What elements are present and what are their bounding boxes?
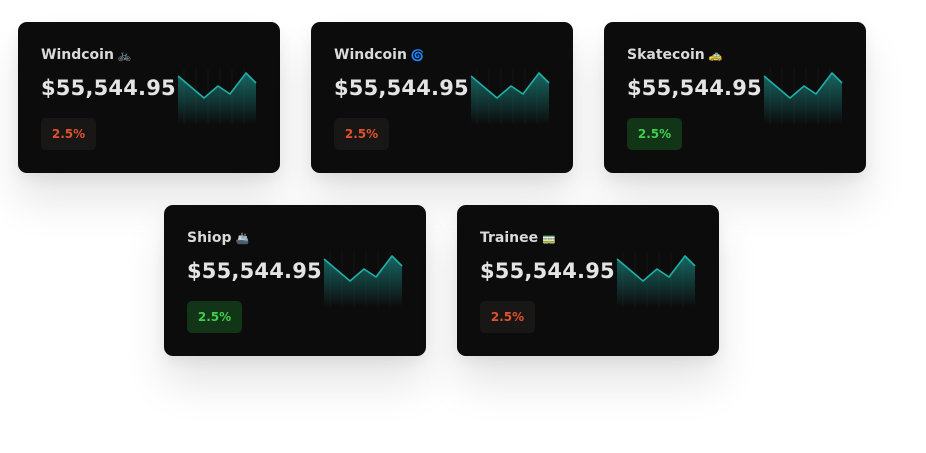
coin-name: Skatecoin bbox=[627, 47, 705, 63]
change-badge: 2.5% bbox=[627, 118, 682, 150]
coin-title: Windcoin 🚲 bbox=[41, 47, 132, 63]
coin-title: Skatecoin 🚕 bbox=[627, 47, 722, 63]
coin-title: Shiop 🚢 bbox=[187, 230, 249, 246]
coin-card[interactable]: Windcoin 🌀 $55,544.95 2.5% bbox=[311, 22, 573, 173]
coin-title: Windcoin 🌀 bbox=[334, 47, 425, 63]
sparkline-area bbox=[764, 73, 842, 124]
coin-card[interactable]: Trainee 🚃 $55,544.95 2.5% bbox=[457, 205, 719, 356]
sparkline-chart bbox=[323, 255, 403, 307]
change-badge: 2.5% bbox=[41, 118, 96, 150]
sparkline-area bbox=[324, 256, 402, 307]
crypto-card-grid: Windcoin 🚲 $55,544.95 2.5% Windcoin 🌀 $5… bbox=[0, 0, 926, 453]
coin-title: Trainee 🚃 bbox=[480, 230, 556, 246]
train-icon: 🚃 bbox=[542, 231, 556, 245]
coin-price: $55,544.95 bbox=[334, 76, 469, 100]
sparkline-chart bbox=[470, 72, 550, 124]
coin-card[interactable]: Windcoin 🚲 $55,544.95 2.5% bbox=[18, 22, 280, 173]
sparkline-area bbox=[617, 256, 695, 307]
taxi-icon: 🚕 bbox=[708, 48, 723, 62]
coin-price: $55,544.95 bbox=[41, 76, 176, 100]
coin-name: Shiop bbox=[187, 230, 232, 246]
coin-name: Windcoin bbox=[334, 47, 407, 63]
sparkline-chart bbox=[763, 72, 843, 124]
coin-price: $55,544.95 bbox=[480, 259, 615, 283]
coin-price: $55,544.95 bbox=[627, 76, 762, 100]
sparkline-area bbox=[178, 73, 256, 124]
ship-icon: 🚢 bbox=[235, 231, 250, 245]
sparkline-chart bbox=[177, 72, 257, 124]
coin-card[interactable]: Shiop 🚢 $55,544.95 2.5% bbox=[164, 205, 426, 356]
bicycle-icon: 🚲 bbox=[117, 48, 132, 62]
change-badge: 2.5% bbox=[480, 301, 535, 333]
sparkline-chart bbox=[616, 255, 696, 307]
coin-card[interactable]: Skatecoin 🚕 $55,544.95 2.5% bbox=[604, 22, 866, 173]
change-badge: 2.5% bbox=[334, 118, 389, 150]
sparkline-area bbox=[471, 73, 549, 124]
coin-name: Trainee bbox=[480, 230, 539, 246]
change-badge: 2.5% bbox=[187, 301, 242, 333]
cyclone-icon: 🌀 bbox=[410, 48, 425, 62]
coin-name: Windcoin bbox=[41, 47, 114, 63]
coin-price: $55,544.95 bbox=[187, 259, 322, 283]
